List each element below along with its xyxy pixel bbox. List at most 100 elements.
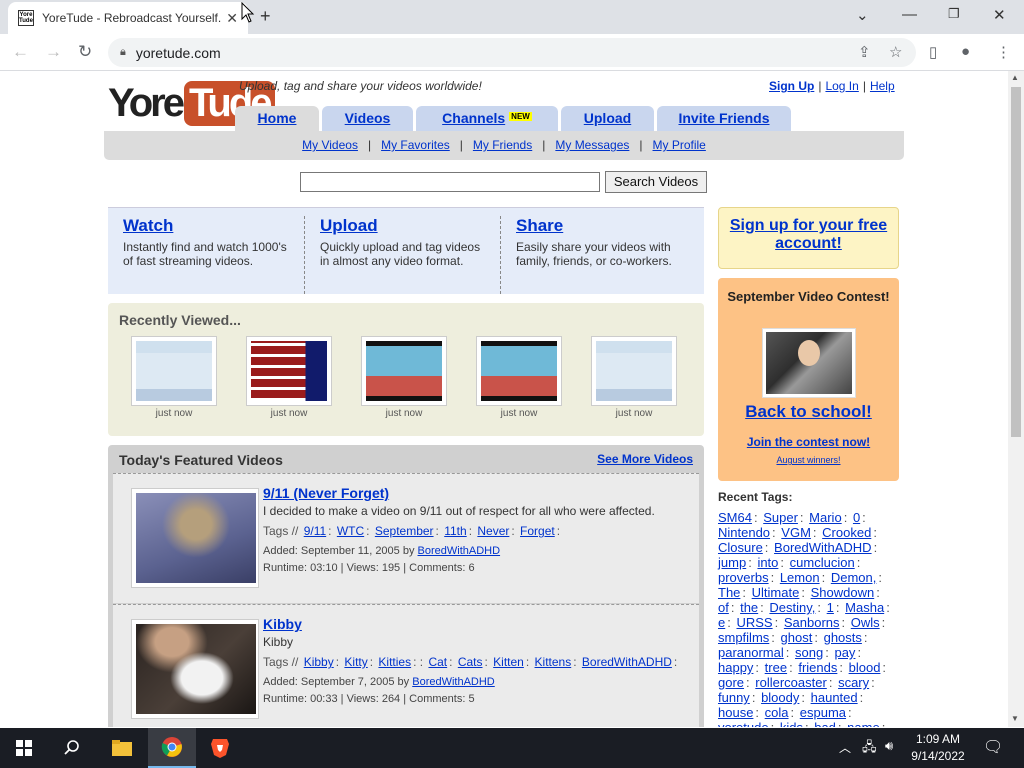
- recent-tag-link[interactable]: cumclucion: [790, 555, 855, 570]
- recent-tag-link[interactable]: Mario: [809, 510, 842, 525]
- see-more-videos-link[interactable]: See More Videos: [597, 452, 693, 466]
- recent-thumb-5[interactable]: [591, 336, 677, 406]
- network-icon[interactable]: 🖧︎: [862, 738, 877, 760]
- nav-tab-home[interactable]: Home: [235, 106, 319, 132]
- volume-icon[interactable]: 🔊︎: [885, 738, 893, 754]
- recent-tag-link[interactable]: Ultimate: [752, 585, 800, 600]
- recent-tag-link[interactable]: song: [795, 645, 823, 660]
- sign-up-link[interactable]: Sign Up: [769, 79, 814, 93]
- recent-tag-link[interactable]: SM64: [718, 510, 752, 525]
- file-explorer-icon[interactable]: [98, 728, 146, 768]
- search-icon[interactable]: [48, 728, 96, 768]
- recent-tag-link[interactable]: Sanborns: [784, 615, 840, 630]
- scrollbar-thumb[interactable]: [1011, 87, 1021, 437]
- help-link[interactable]: Help: [870, 79, 895, 93]
- tab-search-chevron-icon[interactable]: ⌄: [856, 6, 869, 24]
- recent-tag-link[interactable]: ghosts: [824, 630, 862, 645]
- profile-icon[interactable]: ●: [961, 43, 970, 60]
- scroll-down-icon[interactable]: ▼: [1011, 714, 1019, 723]
- search-videos-button[interactable]: Search Videos: [605, 171, 707, 193]
- recent-tag-link[interactable]: BoredWithADHD: [774, 540, 872, 555]
- recent-tag-link[interactable]: VGM: [781, 525, 811, 540]
- my-favorites-link[interactable]: My Favorites: [381, 138, 450, 152]
- recent-tag-link[interactable]: Owls: [851, 615, 880, 630]
- bookmark-star-icon[interactable]: ☆: [889, 43, 902, 61]
- recent-tag-link[interactable]: 0: [853, 510, 860, 525]
- tag-link[interactable]: WTC: [337, 524, 364, 538]
- back-icon[interactable]: ←: [12, 42, 29, 62]
- nav-tab-upload[interactable]: Upload: [561, 106, 654, 132]
- nav-tab-channels-label[interactable]: Channels: [442, 110, 505, 126]
- tag-link[interactable]: 11th: [444, 524, 466, 538]
- recent-tag-link[interactable]: cola: [765, 705, 789, 720]
- brave-icon[interactable]: [196, 728, 244, 768]
- recent-thumb-3[interactable]: [361, 336, 447, 406]
- share-link[interactable]: Share: [516, 216, 563, 235]
- search-input[interactable]: [300, 172, 600, 192]
- recent-thumb-2[interactable]: [246, 336, 332, 406]
- recent-tag-link[interactable]: blood: [849, 660, 881, 675]
- video-title-link[interactable]: 9/11 (Never Forget): [263, 485, 389, 501]
- tag-link[interactable]: Cat: [428, 655, 447, 669]
- tag-link[interactable]: 9/11: [304, 524, 326, 538]
- new-tab-icon[interactable]: +: [260, 6, 271, 27]
- tag-link[interactable]: Cats: [458, 655, 483, 669]
- recent-tag-link[interactable]: jump: [718, 555, 746, 570]
- minimize-icon[interactable]: —: [902, 6, 917, 23]
- recent-tag-link[interactable]: paranormal: [718, 645, 784, 660]
- recent-tag-link[interactable]: proverbs: [718, 570, 769, 585]
- recent-tag-link[interactable]: Lemon: [780, 570, 820, 585]
- tag-link[interactable]: Kitty: [344, 655, 367, 669]
- recent-tag-link[interactable]: Demon,: [831, 570, 877, 585]
- recent-tag-link[interactable]: gore: [718, 675, 744, 690]
- close-tab-icon[interactable]: ✕: [226, 10, 238, 27]
- recent-thumb-4[interactable]: [476, 336, 562, 406]
- my-videos-link[interactable]: My Videos: [302, 138, 358, 152]
- restore-icon[interactable]: ❐: [948, 6, 960, 22]
- video-user-link[interactable]: BoredWithADHD: [418, 545, 501, 557]
- tag-link[interactable]: Kibby: [304, 655, 334, 669]
- recent-tag-link[interactable]: Showdown: [811, 585, 875, 600]
- recent-tag-link[interactable]: pay: [834, 645, 855, 660]
- tag-link[interactable]: Kittens: [535, 655, 572, 669]
- recent-tag-link[interactable]: happy: [718, 660, 753, 675]
- recent-tag-link[interactable]: haunted: [811, 690, 858, 705]
- nav-tab-videos-label[interactable]: Videos: [345, 110, 391, 126]
- share-icon[interactable]: ⇪: [858, 43, 871, 61]
- recent-tag-link[interactable]: into: [757, 555, 778, 570]
- side-panel-icon[interactable]: ▯: [929, 43, 937, 61]
- recent-tag-link[interactable]: tree: [765, 660, 787, 675]
- tag-link[interactable]: BoredWithADHD: [582, 655, 672, 669]
- my-friends-link[interactable]: My Friends: [473, 138, 532, 152]
- recent-tag-link[interactable]: smpfilms: [718, 630, 769, 645]
- signup-free-account-link[interactable]: Sign up for your free account!: [730, 217, 887, 252]
- start-windows-icon[interactable]: [0, 728, 48, 768]
- recent-tag-link[interactable]: The: [718, 585, 740, 600]
- recent-thumb-1[interactable]: [131, 336, 217, 406]
- recent-tag-link[interactable]: Closure: [718, 540, 763, 555]
- video-user-link[interactable]: BoredWithADHD: [412, 676, 495, 688]
- upload-link[interactable]: Upload: [320, 216, 378, 235]
- recent-tag-link[interactable]: espuma: [800, 705, 846, 720]
- nav-tab-upload-label[interactable]: Upload: [584, 110, 631, 126]
- recent-tag-link[interactable]: of: [718, 600, 729, 615]
- video-title-link[interactable]: Kibby: [263, 616, 302, 632]
- tag-link[interactable]: Kitten: [493, 655, 524, 669]
- join-contest-link[interactable]: Join the contest now!: [747, 435, 870, 449]
- notifications-icon[interactable]: 🗨︎: [983, 737, 1003, 757]
- recent-tag-link[interactable]: 1: [827, 600, 834, 615]
- tag-link[interactable]: Kitties: [378, 655, 411, 669]
- watch-link[interactable]: Watch: [123, 216, 173, 235]
- reload-icon[interactable]: ↻: [78, 42, 92, 62]
- tag-link[interactable]: September: [375, 524, 434, 538]
- my-profile-link[interactable]: My Profile: [653, 138, 706, 152]
- recent-tag-link[interactable]: Masha: [845, 600, 884, 615]
- browser-tab[interactable]: Yore Tude YoreTude - Rebroadcast Yourself…: [8, 2, 248, 34]
- nav-tab-invite-label[interactable]: Invite Friends: [678, 110, 769, 126]
- address-bar[interactable]: 🔒︎ yoretude.com: [108, 38, 916, 67]
- chrome-icon[interactable]: [148, 728, 196, 768]
- recent-tag-link[interactable]: scary: [838, 675, 869, 690]
- scroll-up-icon[interactable]: ▲: [1011, 73, 1019, 82]
- nav-tab-home-label[interactable]: Home: [258, 110, 297, 126]
- menu-icon[interactable]: ⋮: [996, 43, 1011, 61]
